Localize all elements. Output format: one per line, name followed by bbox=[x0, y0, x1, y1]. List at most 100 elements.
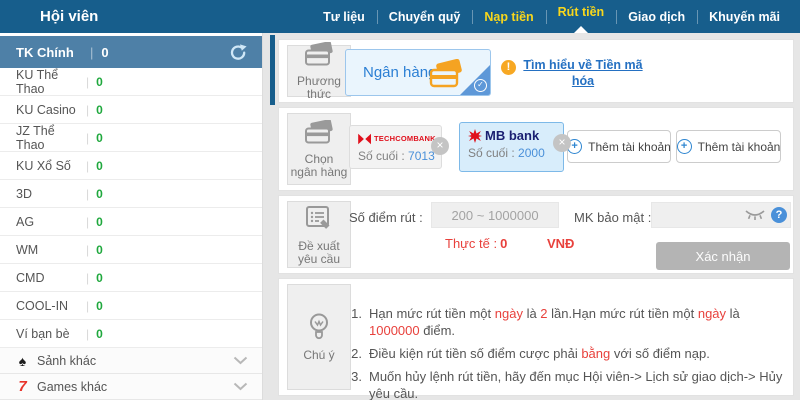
security-password-label: MK bảo mật : bbox=[574, 210, 651, 225]
method-label-box: Phương thức bbox=[287, 45, 351, 97]
last-digits-label: Số cuối : bbox=[468, 146, 515, 160]
notes-list: 1.Hạn mức rút tiền một ngày là 2 lần.Hạn… bbox=[347, 305, 789, 400]
notes-label-box: Chú ý bbox=[287, 284, 351, 390]
main-account-label: TK Chính bbox=[16, 45, 90, 60]
account-balance: 0 bbox=[96, 299, 103, 313]
note-item-1: 1.Hạn mức rút tiền một ngày là 2 lần.Hạn… bbox=[347, 305, 789, 339]
sidebar-account-3d[interactable]: 3D|0 bbox=[0, 180, 262, 208]
note-text: Điều kiện rút tiền số điểm cược phải bằn… bbox=[369, 345, 789, 362]
eye-closed-icon[interactable] bbox=[744, 210, 766, 221]
note-text: Muốn hủy lệnh rút tiền, hãy đến mục Hội … bbox=[369, 368, 789, 400]
last-digits: 2000 bbox=[518, 146, 545, 160]
bank-select-label: Chọn ngân hàng bbox=[290, 153, 348, 179]
separator: | bbox=[86, 75, 89, 89]
add-account-label: Thêm tài khoản bbox=[588, 140, 671, 154]
sidebar-account-cool-in[interactable]: COOL-IN| 0 bbox=[0, 292, 262, 320]
bank-card-mb-bank[interactable]: MB bankSố cuối : 2000× bbox=[459, 122, 564, 172]
content-accent-strip bbox=[270, 35, 275, 105]
chevron-down-icon bbox=[233, 356, 248, 365]
account-name: 3D bbox=[16, 187, 86, 201]
request-label-box: Đề xuất yêu cầu bbox=[287, 201, 351, 268]
sidebar-account-ku-the-thao[interactable]: KU Thể Thao|0 bbox=[0, 68, 262, 96]
account-name: COOL-IN bbox=[16, 299, 86, 313]
credit-card-icon bbox=[302, 120, 336, 148]
sidebar-account-wm[interactable]: WM| 0 bbox=[0, 236, 262, 264]
account-balance: 0 bbox=[96, 131, 103, 145]
nav-tab-tu-lieu[interactable]: Tư liệu bbox=[311, 0, 377, 33]
account-name: WM bbox=[16, 243, 86, 257]
nav-tab-chuyen-quy[interactable]: Chuyển quỹ bbox=[377, 0, 473, 33]
main-account-balance: 0 bbox=[101, 45, 108, 60]
account-name: KU Thể Thao bbox=[16, 68, 86, 96]
account-name: KU Casino bbox=[16, 103, 86, 117]
bank-select-label-box: Chọn ngân hàng bbox=[287, 113, 351, 185]
main-account-header: TK Chính | 0 bbox=[0, 36, 262, 68]
bank-method-button[interactable]: Ngân hàng ✓ bbox=[345, 49, 491, 96]
crypto-info-link[interactable]: Tìm hiểu về Tiền mã hóa bbox=[522, 57, 644, 89]
refresh-icon[interactable] bbox=[229, 44, 248, 61]
credit-card-icon bbox=[302, 42, 336, 70]
account-balance: 0 bbox=[96, 271, 103, 285]
sidebar-account-vi-ban-be[interactable]: Ví bạn bè|0 bbox=[0, 320, 262, 348]
account-name: AG bbox=[16, 215, 86, 229]
confirm-button[interactable]: Xác nhận bbox=[656, 242, 790, 270]
note-text: Hạn mức rút tiền một ngày là 2 lần.Hạn m… bbox=[369, 305, 789, 339]
sidebar-account-cmd[interactable]: CMD| 0 bbox=[0, 264, 262, 292]
sidebar-group-games-khac[interactable]: 7Games khác bbox=[0, 374, 262, 400]
mbbank-logo-icon bbox=[468, 129, 482, 143]
withdraw-request-panel: Đề xuất yêu cầu Số điểm rút : Thực tế :0… bbox=[278, 195, 794, 274]
note-item-3: 3.Muốn hủy lệnh rút tiền, hãy đến mục Hộ… bbox=[347, 368, 789, 400]
bank-card-techcombank[interactable]: TECHCOMBANKSố cuối : 7013× bbox=[349, 125, 442, 169]
note-number: 3. bbox=[347, 368, 362, 400]
account-name: Ví bạn bè bbox=[16, 327, 86, 341]
separator: | bbox=[86, 271, 89, 285]
remove-bank-icon[interactable]: × bbox=[553, 134, 571, 152]
actual-amount: Thực tế :0 bbox=[445, 236, 507, 251]
chevron-down-icon bbox=[233, 382, 248, 391]
separator: | bbox=[86, 299, 89, 313]
nav-tab-rut-tien[interactable]: Rút tiền bbox=[546, 0, 617, 33]
question-icon[interactable]: ? bbox=[771, 207, 787, 223]
remove-bank-icon[interactable]: × bbox=[431, 137, 449, 155]
separator: | bbox=[86, 215, 89, 229]
separator: | bbox=[86, 103, 89, 117]
account-name: CMD bbox=[16, 271, 86, 285]
account-balance: 0 bbox=[96, 215, 103, 229]
techcombank-logo-icon bbox=[358, 133, 371, 145]
sidebar-group-sanh-khac[interactable]: ♠Sảnh khác bbox=[0, 348, 262, 374]
form-icon bbox=[304, 204, 334, 235]
add-account-button[interactable]: +Thêm tài khoản bbox=[567, 130, 671, 163]
sidebar-account-ku-casino[interactable]: KU Casino| 0 bbox=[0, 96, 262, 124]
note-item-2: 2. Điều kiện rút tiền số điểm cược phải b… bbox=[347, 345, 789, 362]
bank-name: MB bank bbox=[485, 128, 539, 143]
note-number: 2. bbox=[347, 345, 362, 362]
bank-select-panel: Chọn ngân hàng TECHCOMBANKSố cuối : 7013… bbox=[278, 107, 794, 191]
amount-input[interactable] bbox=[431, 202, 559, 228]
separator: | bbox=[86, 243, 89, 257]
add-account-button[interactable]: +Thêm tài khoản bbox=[676, 130, 781, 163]
security-password-field: ? bbox=[651, 202, 791, 228]
actual-value: 0 bbox=[500, 236, 507, 251]
bank-method-label: Ngân hàng bbox=[363, 64, 436, 81]
currency-label: VNĐ bbox=[547, 236, 574, 251]
sidebar-account-ag[interactable]: AG| 0 bbox=[0, 208, 262, 236]
nav-tab-giao-dich[interactable]: Giao dịch bbox=[616, 0, 697, 33]
account-name: KU Xổ Số bbox=[16, 159, 86, 173]
account-sidebar: TK Chính | 0 KU Thể Thao|0KU Casino|0JZ … bbox=[0, 33, 263, 400]
account-balance: 0 bbox=[96, 187, 103, 201]
account-balance: 0 bbox=[96, 243, 103, 257]
nav-tab-khuyen-mai[interactable]: Khuyến mãi bbox=[697, 0, 792, 33]
nav-tab-nap-tien[interactable]: Nạp tiền bbox=[472, 0, 545, 33]
sidebar-account-ku-xo-so[interactable]: KU Xổ Số|0 bbox=[0, 152, 262, 180]
sidebar-account-jz-the-thao[interactable]: JZ Thể Thao|0 bbox=[0, 124, 262, 152]
add-account-label: Thêm tài khoản bbox=[698, 140, 781, 154]
top-bar: Hội viên Tư liệuChuyển quỹNạp tiềnRút ti… bbox=[0, 0, 800, 33]
notes-panel: Chú ý 1.Hạn mức rút tiền một ngày là 2 l… bbox=[278, 278, 794, 396]
top-nav: Tư liệuChuyển quỹNạp tiềnRút tiềnGiao dị… bbox=[311, 0, 792, 33]
account-balance: 0 bbox=[96, 103, 103, 117]
page-title: Hội viên bbox=[40, 8, 98, 25]
security-password-input[interactable] bbox=[658, 208, 744, 223]
seven-icon: 7 bbox=[15, 378, 30, 395]
separator: | bbox=[86, 131, 89, 145]
bulb-icon bbox=[306, 312, 332, 344]
